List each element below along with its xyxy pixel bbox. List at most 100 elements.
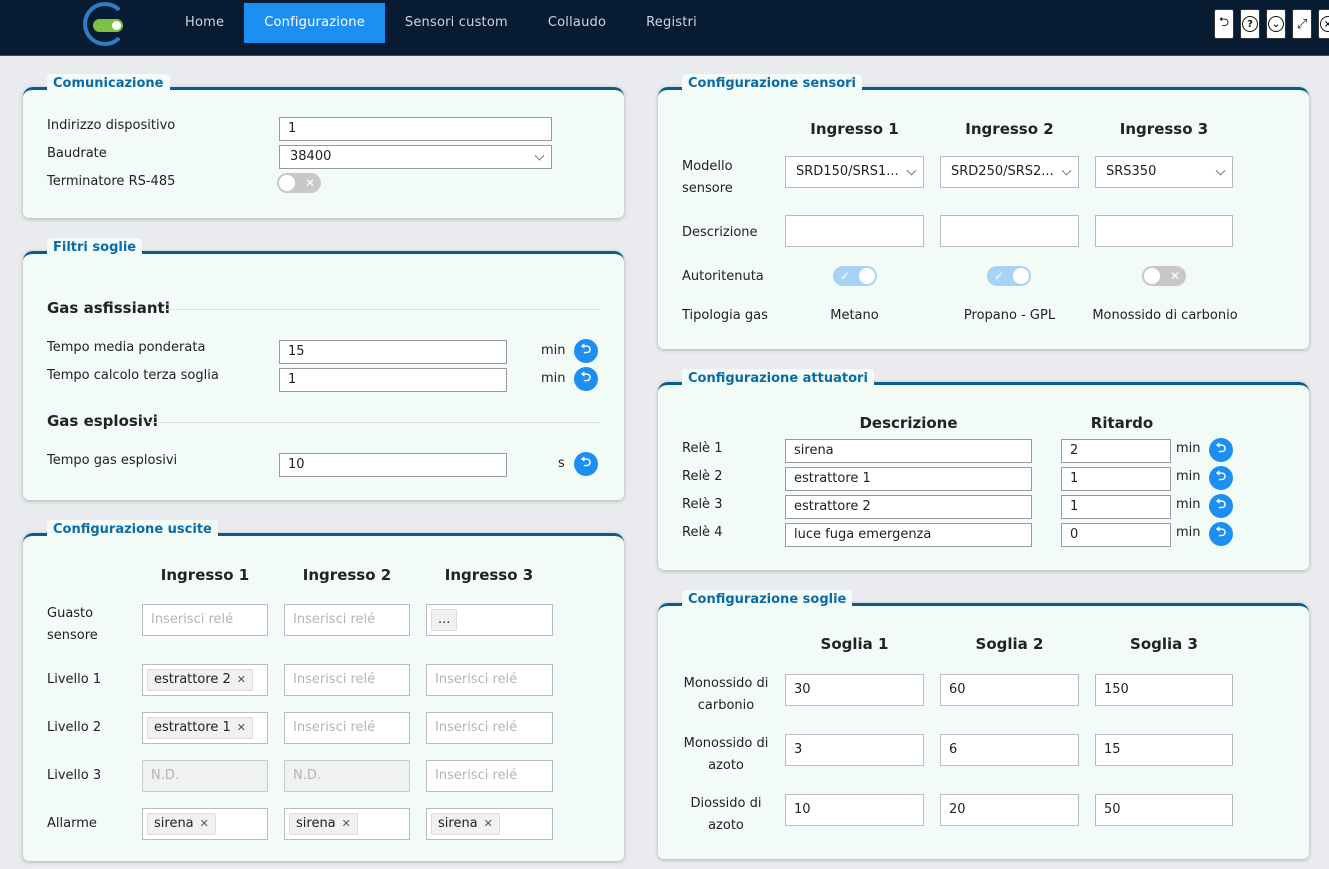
reset-media-button[interactable]: ⮌	[574, 339, 598, 363]
reset-rele-3-button[interactable]: ⮌	[1209, 494, 1233, 518]
media-input[interactable]: 15	[279, 340, 507, 364]
rele-2-ritardo-input[interactable]: 1	[1061, 467, 1171, 491]
undo-icon[interactable]: ⮌	[1214, 9, 1234, 39]
diossido-azoto-label: Diossido di azoto	[676, 793, 776, 837]
card-title: Configurazione attuatori	[682, 369, 874, 389]
autoritenuta-toggle-ingresso-3[interactable]: ✕	[1142, 266, 1186, 286]
rele-1-descrizione-input[interactable]: sirena	[785, 439, 1032, 463]
livello-1-ingresso-3-input[interactable]: Inserisci relé	[426, 664, 553, 696]
media-label: Tempo media ponderata	[47, 340, 206, 355]
descrizione-ingresso-3-input[interactable]	[1095, 215, 1233, 247]
guasto-label-line-1: Guasto	[47, 606, 94, 621]
label-line-1: Monossido di	[683, 736, 769, 751]
card-title: Comunicazione	[47, 74, 170, 94]
monossido-azoto-soglia-3-input[interactable]: 15	[1095, 734, 1233, 766]
tipologia-ingresso-2: Propano - GPL	[963, 308, 1056, 323]
reset-terza-button[interactable]: ⮌	[574, 367, 598, 391]
relay-tag[interactable]: sirena ✕	[431, 813, 500, 835]
uscite-header-ingresso-1: Ingresso 1	[160, 566, 250, 584]
app-logo[interactable]	[83, 2, 127, 46]
diossido-azoto-soglia-2-input[interactable]: 20	[940, 794, 1079, 826]
reset-rele-4-button[interactable]: ⮌	[1209, 522, 1233, 546]
diossido-azoto-soglia-3-input[interactable]: 50	[1095, 794, 1233, 826]
livello-2-ingresso-2-input[interactable]: Inserisci relé	[284, 712, 410, 744]
power-icon[interactable]: ×	[1318, 9, 1329, 39]
check-icon: ✓	[994, 269, 1005, 283]
check-icon: ✓	[840, 269, 851, 283]
nav-sensori-custom[interactable]: Sensori custom	[385, 3, 528, 43]
rele-3-label: Relè 3	[682, 497, 723, 512]
autoritenuta-toggle-ingresso-1[interactable]: ✓	[833, 266, 877, 286]
terza-label: Tempo calcolo terza soglia	[47, 368, 219, 383]
modello-select-ingresso-2[interactable]: SRD250/SRS2...	[940, 156, 1079, 188]
nav-home[interactable]: Home	[165, 3, 244, 43]
esplosivi-unit: s	[558, 456, 565, 471]
monossido-azoto-soglia-2-input[interactable]: 6	[940, 734, 1079, 766]
card-filtri-soglie: Filtri soglie Gas asfissianti Tempo medi…	[23, 238, 624, 500]
chevron-down-icon	[1061, 165, 1072, 176]
remove-tag-icon[interactable]: ✕	[200, 817, 209, 830]
modello-value: SRD150/SRS1...	[796, 164, 899, 179]
nav-registri[interactable]: Registri	[626, 3, 717, 43]
rele-4-ritardo-input[interactable]: 0	[1061, 523, 1171, 547]
tipologia-ingresso-1: Metano	[830, 308, 879, 323]
soglie-header-3: Soglia 3	[1130, 635, 1198, 653]
terza-input[interactable]: 1	[279, 368, 507, 392]
reset-rele-2-button[interactable]: ⮌	[1209, 466, 1233, 490]
livello-3-ingresso-3-input[interactable]: Inserisci relé	[426, 760, 553, 792]
reset-icon: ⮌	[580, 455, 592, 470]
diossido-azoto-soglia-1-input[interactable]: 10	[785, 794, 924, 826]
guasto-ingresso-2-input[interactable]: Inserisci relé	[284, 604, 410, 636]
chevron-down-circle-icon[interactable]: ⌄	[1266, 9, 1286, 39]
monossido-carbonio-soglia-1-input[interactable]: 30	[785, 674, 924, 706]
x-icon: ✕	[304, 176, 315, 190]
rele-1-unit: min	[1176, 441, 1201, 456]
esplosivi-input[interactable]: 10	[279, 453, 507, 477]
monossido-carbonio-soglia-3-input[interactable]: 150	[1095, 674, 1233, 706]
indirizzo-input[interactable]: 1	[279, 117, 552, 141]
nav-collaudo[interactable]: Collaudo	[528, 3, 626, 43]
monossido-carbonio-soglia-2-input[interactable]: 60	[940, 674, 1079, 706]
toggle-knob	[859, 268, 875, 284]
label-line-2: azoto	[708, 818, 744, 833]
remove-tag-icon[interactable]: ✕	[237, 673, 246, 686]
rele-1-ritardo-input[interactable]: 2	[1061, 439, 1171, 463]
modello-select-ingresso-1[interactable]: SRD150/SRS1...	[785, 156, 924, 188]
nav-configurazione[interactable]: Configurazione	[244, 3, 385, 43]
chevron-down-icon	[1215, 165, 1226, 176]
rele-4-descrizione-input[interactable]: luce fuga emergenza	[785, 523, 1032, 547]
rele-2-label: Relè 2	[682, 469, 723, 484]
fullscreen-icon[interactable]: ⤢	[1292, 9, 1312, 39]
descrizione-ingresso-2-input[interactable]	[940, 215, 1079, 247]
toggle-knob	[279, 175, 295, 191]
reset-rele-1-button[interactable]: ⮌	[1209, 438, 1233, 462]
guasto-ingresso-1-input[interactable]: Inserisci relé	[142, 604, 268, 636]
help-icon[interactable]: ?	[1240, 9, 1260, 39]
rele-2-descrizione-input[interactable]: estrattore 1	[785, 467, 1032, 491]
rele-3-descrizione-input[interactable]: estrattore 2	[785, 495, 1032, 519]
relay-tag-label: sirena	[438, 816, 478, 831]
remove-tag-icon[interactable]: ✕	[237, 721, 246, 734]
autoritenuta-toggle-ingresso-2[interactable]: ✓	[987, 266, 1031, 286]
terminatore-toggle[interactable]: ✕	[277, 173, 321, 193]
x-icon: ✕	[1169, 269, 1180, 283]
toggle-knob	[1144, 268, 1160, 284]
logo-toggle-icon	[93, 19, 123, 32]
livello-2-ingresso-3-input[interactable]: Inserisci relé	[426, 712, 553, 744]
rele-3-unit: min	[1176, 497, 1201, 512]
rele-3-ritardo-input[interactable]: 1	[1061, 495, 1171, 519]
remove-tag-icon[interactable]: ✕	[342, 817, 351, 830]
reset-esplosivi-button[interactable]: ⮌	[574, 452, 598, 476]
relay-tag[interactable]: sirena ✕	[147, 813, 216, 835]
descrizione-ingresso-1-input[interactable]	[785, 215, 924, 247]
relay-tag[interactable]: sirena ✕	[289, 813, 358, 835]
rele-1-label: Relè 1	[682, 441, 723, 456]
baudrate-select[interactable]: 38400	[279, 145, 552, 169]
monossido-azoto-soglia-1-input[interactable]: 3	[785, 734, 924, 766]
remove-tag-icon[interactable]: ✕	[484, 817, 493, 830]
relay-tag[interactable]: estrattore 1 ✕	[147, 717, 254, 739]
livello-1-ingresso-2-input[interactable]: Inserisci relé	[284, 664, 410, 696]
modello-select-ingresso-3[interactable]: SRS350	[1095, 156, 1233, 188]
more-tag[interactable]: ...	[431, 609, 458, 631]
relay-tag[interactable]: estrattore 2 ✕	[147, 669, 254, 691]
